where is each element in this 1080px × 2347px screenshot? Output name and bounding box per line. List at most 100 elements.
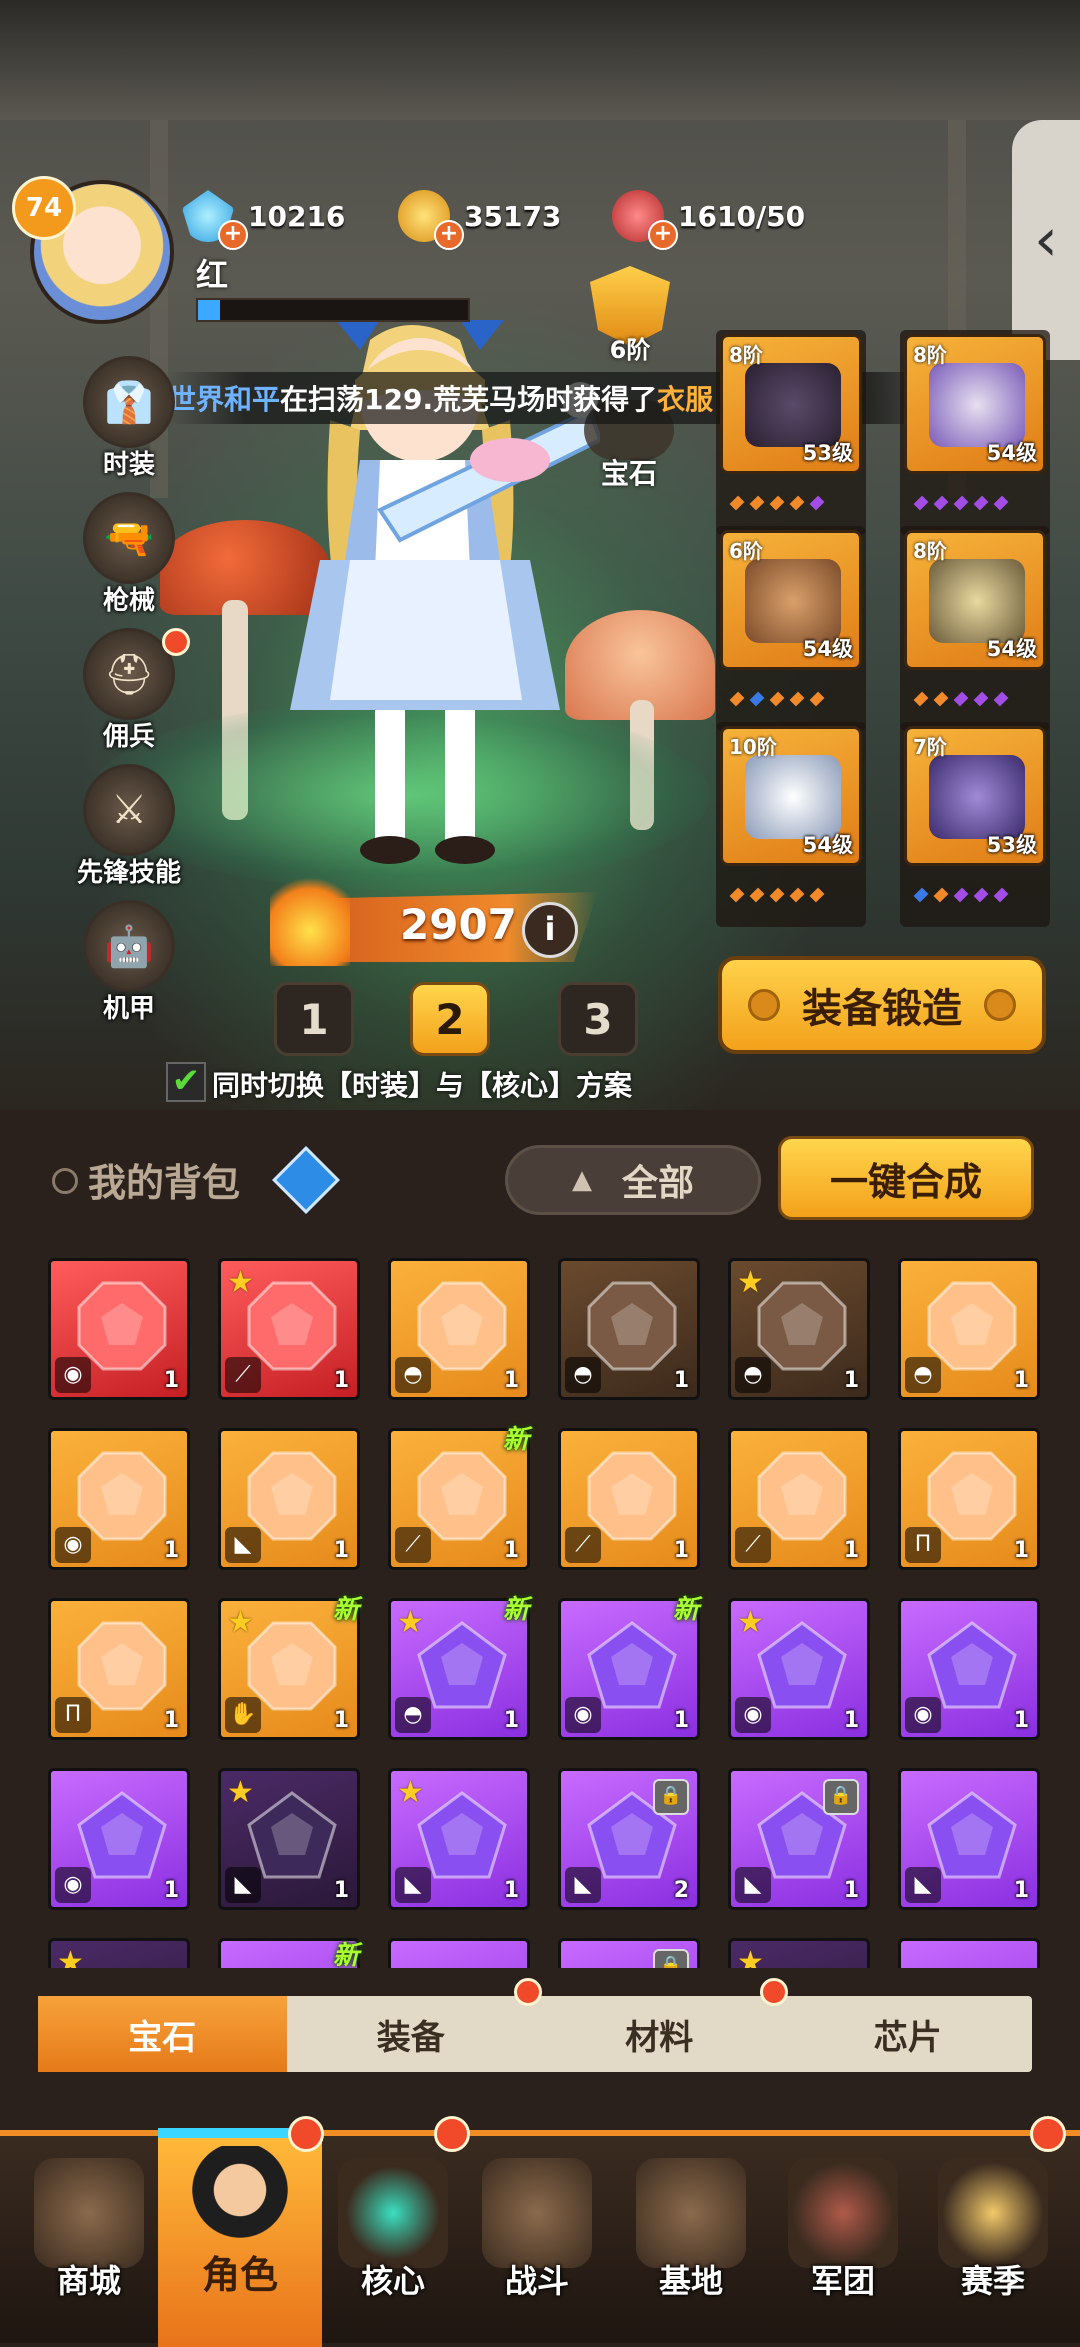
bag-item[interactable]: ★: [48, 1938, 190, 1968]
nav-legion[interactable]: 军团: [768, 2150, 918, 2330]
bag-item[interactable]: ◉ 1: [898, 1598, 1040, 1740]
item-count: 1: [673, 1368, 689, 1393]
bag-item[interactable]: ◉ 1: [48, 1428, 190, 1570]
resource-stamina[interactable]: + 1610/50: [612, 190, 805, 250]
bag-item[interactable]: ◣ 1: [218, 1428, 360, 1570]
bag-item[interactable]: ◓ 1: [558, 1258, 700, 1400]
scheme-tab-1[interactable]: 1: [274, 982, 354, 1056]
star-icon: ★: [397, 1605, 424, 1640]
equip-slot-pants[interactable]: 8阶 54级: [904, 530, 1046, 707]
one-click-synthesis-button[interactable]: 一键合成: [778, 1136, 1034, 1220]
nav-label: 军团: [810, 2262, 875, 2300]
collapse-handle[interactable]: ‹: [1012, 120, 1080, 360]
bag-item[interactable]: ⟋ 1 新: [388, 1425, 530, 1570]
lock-icon: 🔒: [823, 1779, 859, 1815]
helmet-icon: ◓: [905, 1357, 941, 1393]
bag-item[interactable]: 新: [218, 1938, 360, 1968]
bag-item[interactable]: ⟋ 1: [558, 1428, 700, 1570]
side-menu-mecha[interactable]: 🤖 机甲: [78, 900, 180, 1025]
bag-item[interactable]: [388, 1938, 530, 1968]
nav-character[interactable]: 角色: [158, 2128, 322, 2347]
legion-shield-icon: [788, 2158, 898, 2268]
boot-icon: ◣: [225, 1527, 261, 1563]
equip-slot-shoes[interactable]: 10阶 54级: [720, 726, 862, 903]
add-stamina-button[interactable]: +: [648, 220, 678, 250]
tab-gems[interactable]: 宝石: [38, 1996, 287, 2072]
item-count: 1: [163, 1538, 179, 1563]
bag-item[interactable]: ◣ 1 🔒: [728, 1768, 870, 1910]
nav-base[interactable]: 基地: [616, 2150, 766, 2330]
info-icon[interactable]: i: [522, 902, 578, 958]
tab-equipment[interactable]: 装备: [287, 1996, 536, 2072]
resource-diamond[interactable]: + 10216: [182, 190, 345, 250]
armor-icon: ◉: [565, 1697, 601, 1733]
add-diamond-button[interactable]: +: [218, 220, 248, 250]
bag-item[interactable]: ◣ 2 🔒: [558, 1768, 700, 1910]
item-count: 1: [1013, 1708, 1029, 1733]
sync-checkbox[interactable]: ✔: [166, 1062, 206, 1102]
bag-item[interactable]: Π1: [898, 1428, 1040, 1570]
bag-item[interactable]: [898, 1938, 1040, 1968]
side-menu-outfit[interactable]: 👔 时装: [78, 356, 180, 481]
bag-item[interactable]: ⟋ 1 ★: [218, 1258, 360, 1400]
equip-level: 54级: [802, 637, 853, 661]
bag-item[interactable]: ◓ 1: [898, 1258, 1040, 1400]
side-menu-label: 先锋技能: [76, 858, 181, 888]
side-menu-mercenary[interactable]: ⛑ 佣兵: [78, 628, 190, 753]
boot-icon: ◣: [565, 1867, 601, 1903]
nav-shop[interactable]: 商城: [14, 2150, 164, 2330]
bag-item[interactable]: ◉ 1: [48, 1258, 190, 1400]
bag-item[interactable]: ◣ 1 ★: [218, 1768, 360, 1910]
equip-level: 53级: [802, 441, 853, 465]
notification-dot: [162, 628, 190, 656]
add-gold-button[interactable]: +: [434, 220, 464, 250]
bag-item[interactable]: Π1: [48, 1598, 190, 1740]
gun-icon: 🔫: [83, 492, 175, 584]
equip-slot-boots[interactable]: 8阶 54级: [904, 334, 1046, 511]
outfit-icon: 👔: [83, 356, 175, 448]
gold-value: 35173: [464, 199, 562, 233]
nav-label: 基地: [658, 2262, 723, 2300]
bag-item[interactable]: 🔒: [558, 1938, 700, 1968]
bag-item[interactable]: ◓ 1 ★ 新: [388, 1595, 530, 1740]
equip-tier: 7阶: [913, 735, 947, 759]
bag-item[interactable]: ◓ 1: [388, 1258, 530, 1400]
bag-item[interactable]: ◓ 1 ★: [728, 1258, 870, 1400]
bag-item[interactable]: ⟋ 1: [728, 1428, 870, 1570]
nav-season[interactable]: 赛季: [918, 2150, 1068, 2330]
bag-item[interactable]: ◣ 1: [898, 1768, 1040, 1910]
gem-slot-label: 宝石: [600, 457, 657, 490]
resource-gold[interactable]: + 35173: [398, 190, 562, 250]
triangle-up-icon: ▲: [571, 1165, 592, 1195]
item-count: 1: [163, 1368, 179, 1393]
equip-slot-armor[interactable]: 6阶 54级: [720, 530, 862, 707]
bag-item[interactable]: ◣ 1 ★: [388, 1768, 530, 1910]
side-menu-skill[interactable]: ⚔ 先锋技能: [66, 764, 192, 889]
gear-dot-icon: [984, 989, 1016, 1021]
item-count: 1: [673, 1708, 689, 1733]
nav-battle[interactable]: 战斗: [462, 2150, 612, 2330]
side-menu-gun[interactable]: 🔫 枪械: [78, 492, 180, 617]
bag-item[interactable]: ★: [728, 1938, 870, 1968]
equip-slot-gloves[interactable]: 7阶 53级: [904, 726, 1046, 903]
boot-icon: ◣: [225, 1867, 261, 1903]
equip-gem-sockets: [729, 887, 825, 903]
bag-item[interactable]: ◉ 1: [48, 1768, 190, 1910]
nav-core[interactable]: 核心: [318, 2150, 468, 2330]
tab-materials[interactable]: 材料: [535, 1996, 784, 2072]
new-badge: 新: [502, 1425, 529, 1455]
scheme-tab-3[interactable]: 3: [558, 982, 638, 1056]
item-count: 1: [843, 1708, 859, 1733]
boot-icon: ◣: [905, 1867, 941, 1903]
equip-slot-helmet[interactable]: 8阶 53级: [720, 334, 862, 511]
scheme-tab-2[interactable]: 2: [410, 982, 490, 1056]
bag-item[interactable]: ✋ 1 ★ 新: [218, 1595, 360, 1740]
equip-tier: 8阶: [913, 539, 947, 563]
item-count: 1: [503, 1368, 519, 1393]
tab-chips[interactable]: 芯片: [784, 1996, 1033, 2072]
bag-item[interactable]: ◉ 1 ★: [728, 1598, 870, 1740]
item-count: 2: [673, 1878, 689, 1903]
bag-item[interactable]: ◉ 1 新: [558, 1595, 700, 1740]
bag-filter-dropdown[interactable]: ▲ 全部: [505, 1145, 761, 1215]
gear-forge-button[interactable]: 装备锻造: [718, 956, 1046, 1054]
